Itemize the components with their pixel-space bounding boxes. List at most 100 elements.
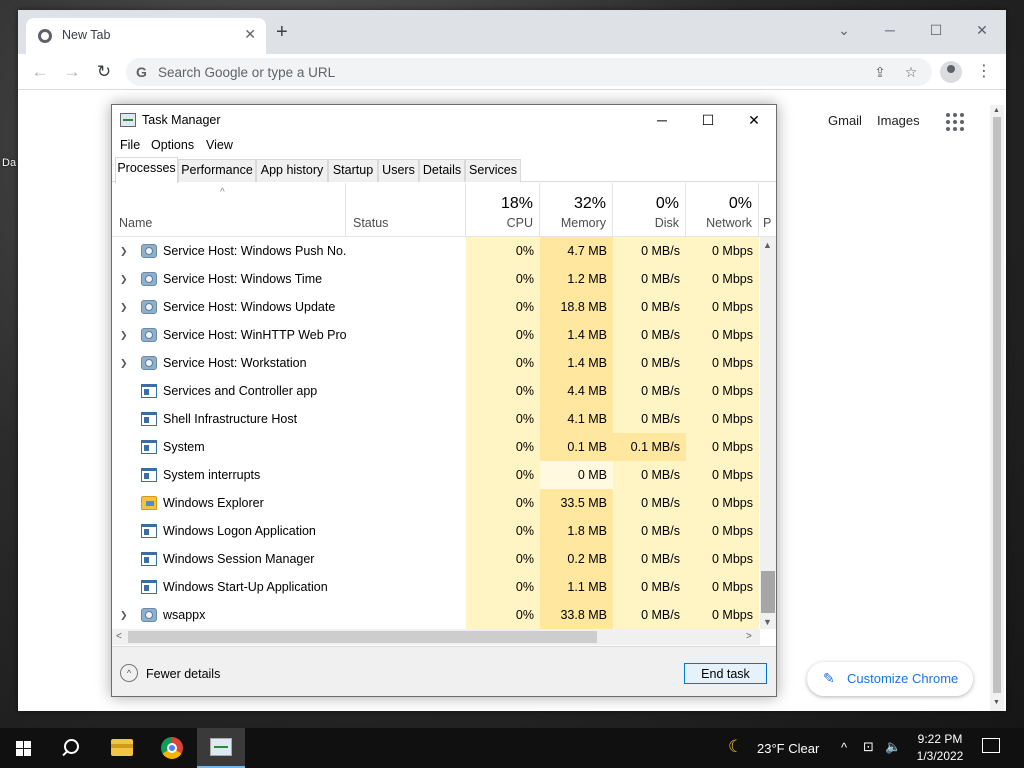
reload-button[interactable]: ↻ bbox=[92, 60, 116, 84]
column-name[interactable]: ^ Name bbox=[112, 183, 346, 237]
tab-startup[interactable]: Startup bbox=[328, 159, 378, 182]
tm-maximize-button[interactable]: ☐ bbox=[685, 105, 731, 135]
search-icon[interactable] bbox=[48, 728, 96, 768]
expand-chevron-icon[interactable]: ❯ bbox=[120, 302, 128, 313]
table-row[interactable]: 0% 4.7 MB 0 MB/s 0 Mbps ❯ Service Host: Windo… bbox=[112, 237, 760, 265]
tm-minimize-button[interactable]: ─ bbox=[639, 105, 685, 135]
page-scrollbar[interactable]: ▲ ▼ bbox=[990, 105, 1004, 711]
scroll-left-icon[interactable]: < bbox=[116, 631, 122, 642]
cell-memory: 1.4 MB bbox=[540, 349, 613, 377]
tab-details[interactable]: Details bbox=[419, 159, 465, 182]
column-memory[interactable]: 32% Memory bbox=[540, 183, 613, 237]
column-disk[interactable]: 0% Disk bbox=[613, 183, 686, 237]
tab-close-icon[interactable]: ✕ bbox=[244, 26, 256, 43]
column-status[interactable]: Status bbox=[346, 183, 466, 237]
taskbar-chrome[interactable] bbox=[148, 728, 196, 768]
tab-services[interactable]: Services bbox=[465, 159, 521, 182]
collapse-chevron-icon: ^ bbox=[120, 664, 138, 682]
expand-chevron-icon[interactable]: ❯ bbox=[120, 330, 128, 341]
tm-close-button[interactable]: ✕ bbox=[731, 105, 777, 135]
tab-new-tab[interactable]: New Tab ✕ bbox=[26, 18, 266, 54]
chrome-maximize-button[interactable]: ☐ bbox=[914, 16, 958, 44]
table-row[interactable]: 0% 1.4 MB 0 MB/s 0 Mbps ❯ Service Host: Works… bbox=[112, 349, 760, 377]
page-scroll-thumb[interactable] bbox=[993, 117, 1001, 693]
weather-text[interactable]: 23°F Clear bbox=[757, 741, 819, 756]
profile-avatar-icon[interactable] bbox=[940, 61, 962, 83]
fewer-details-label: Fewer details bbox=[146, 667, 221, 681]
cell-network: 0 Mbps bbox=[686, 489, 759, 517]
end-task-button[interactable]: End task bbox=[684, 663, 767, 684]
menu-options[interactable]: Options bbox=[151, 138, 194, 152]
tab-performance[interactable]: Performance bbox=[178, 159, 256, 182]
window-icon bbox=[141, 412, 157, 426]
task-manager-titlebar[interactable]: Task Manager ─ ☐ ✕ bbox=[112, 105, 776, 135]
page-scroll-up-icon[interactable]: ▲ bbox=[993, 107, 1000, 114]
menu-file[interactable]: File bbox=[120, 138, 140, 152]
sort-ascending-icon: ^ bbox=[220, 187, 225, 198]
cell-network: 0 Mbps bbox=[686, 405, 759, 433]
table-row[interactable]: 0% 1.2 MB 0 MB/s 0 Mbps ❯ Service Host: Windo… bbox=[112, 265, 760, 293]
customize-chrome-button[interactable]: ✎ Customize Chrome bbox=[807, 662, 973, 696]
chrome-toolbar: ← → ↻ G ⇪ ☆ ⋮ bbox=[18, 54, 1006, 90]
table-row[interactable]: 0% 1.1 MB 0 MB/s 0 Mbps Windows Start-Up App… bbox=[112, 573, 760, 601]
expand-chevron-icon[interactable]: ❯ bbox=[120, 274, 128, 285]
column-power[interactable]: P bbox=[759, 183, 776, 237]
table-row[interactable]: 0% 1.8 MB 0 MB/s 0 Mbps Windows Logon Applic… bbox=[112, 517, 760, 545]
expand-chevron-icon[interactable]: ❯ bbox=[120, 610, 128, 621]
gmail-link[interactable]: Gmail bbox=[828, 113, 862, 128]
table-row[interactable]: 0% 33.8 MB 0 MB/s 0 Mbps ❯ wsappx bbox=[112, 601, 760, 629]
volume-muted-icon[interactable]: 🔈 bbox=[885, 739, 901, 755]
cell-disk: 0 MB/s bbox=[613, 321, 686, 349]
notification-center-icon[interactable] bbox=[982, 738, 1000, 753]
expand-chevron-icon[interactable]: ❯ bbox=[120, 358, 128, 369]
start-button[interactable] bbox=[0, 728, 48, 768]
table-row[interactable]: 0% 4.1 MB 0 MB/s 0 Mbps Shell Infrastructure… bbox=[112, 405, 760, 433]
moon-weather-icon[interactable]: ☾ bbox=[728, 737, 743, 757]
taskbar-file-explorer[interactable] bbox=[98, 728, 146, 768]
omnibox-input[interactable] bbox=[158, 62, 758, 82]
table-row[interactable]: 0% 1.4 MB 0 MB/s 0 Mbps ❯ Service Host: WinHT… bbox=[112, 321, 760, 349]
network-icon[interactable]: ⊡ bbox=[863, 739, 874, 755]
table-row[interactable]: 0% 4.4 MB 0 MB/s 0 Mbps Services and Control… bbox=[112, 377, 760, 405]
tab-processes[interactable]: Processes bbox=[115, 157, 178, 183]
process-list-vscroll[interactable]: ▲ ▼ bbox=[760, 237, 776, 629]
hscroll-thumb[interactable] bbox=[128, 631, 597, 643]
scroll-down-icon[interactable]: ▼ bbox=[763, 617, 772, 627]
cell-cpu: 0% bbox=[466, 377, 540, 405]
tab-search-chevron-icon[interactable]: ⌄ bbox=[822, 16, 866, 44]
table-row[interactable]: 0% 0 MB 0 MB/s 0 Mbps System interrupts bbox=[112, 461, 760, 489]
expand-chevron-icon[interactable]: ❯ bbox=[120, 246, 128, 257]
column-cpu[interactable]: 18% CPU bbox=[466, 183, 540, 237]
column-network-label: Network bbox=[706, 216, 752, 230]
desktop-icon-label[interactable]: Da bbox=[2, 157, 16, 169]
table-row[interactable]: 0% 0.2 MB 0 MB/s 0 Mbps Windows Session Mana… bbox=[112, 545, 760, 573]
column-network[interactable]: 0% Network bbox=[686, 183, 759, 237]
omnibox[interactable]: G ⇪ ☆ bbox=[126, 58, 932, 86]
tab-users[interactable]: Users bbox=[378, 159, 419, 182]
images-link[interactable]: Images bbox=[877, 113, 920, 128]
table-row[interactable]: 0% 33.5 MB 0 MB/s 0 Mbps Windows Explorer bbox=[112, 489, 760, 517]
back-button[interactable]: ← bbox=[28, 60, 52, 84]
process-name: Service Host: WinHTTP Web Pro... bbox=[163, 328, 346, 342]
taskbar-task-manager[interactable] bbox=[197, 728, 245, 768]
chrome-close-button[interactable]: ✕ bbox=[960, 16, 1004, 44]
scroll-up-icon[interactable]: ▲ bbox=[763, 240, 772, 250]
clock[interactable]: 9:22 PM 1/3/2022 bbox=[904, 731, 976, 765]
share-icon[interactable]: ⇪ bbox=[870, 62, 890, 82]
chrome-menu-icon[interactable]: ⋮ bbox=[976, 60, 992, 84]
tray-overflow-chevron-icon[interactable]: ^ bbox=[841, 740, 847, 755]
forward-button[interactable]: → bbox=[60, 60, 84, 84]
process-name: Windows Start-Up Application bbox=[163, 580, 328, 594]
scroll-right-icon[interactable]: > bbox=[746, 631, 752, 642]
table-row[interactable]: 0% 0.1 MB 0.1 MB/s 0 Mbps System bbox=[112, 433, 760, 461]
google-apps-icon[interactable] bbox=[946, 113, 964, 131]
table-row[interactable]: 0% 18.8 MB 0 MB/s 0 Mbps ❯ Service Host: Wind… bbox=[112, 293, 760, 321]
page-scroll-down-icon[interactable]: ▼ bbox=[993, 699, 1000, 706]
process-list-hscroll[interactable]: < > bbox=[112, 629, 760, 645]
menu-view[interactable]: View bbox=[206, 138, 233, 152]
chrome-minimize-button[interactable]: ─ bbox=[868, 16, 912, 44]
vscroll-thumb[interactable] bbox=[761, 571, 775, 613]
bookmark-star-icon[interactable]: ☆ bbox=[901, 62, 921, 82]
tab-app-history[interactable]: App history bbox=[256, 159, 328, 182]
new-tab-button[interactable]: + bbox=[276, 22, 288, 42]
